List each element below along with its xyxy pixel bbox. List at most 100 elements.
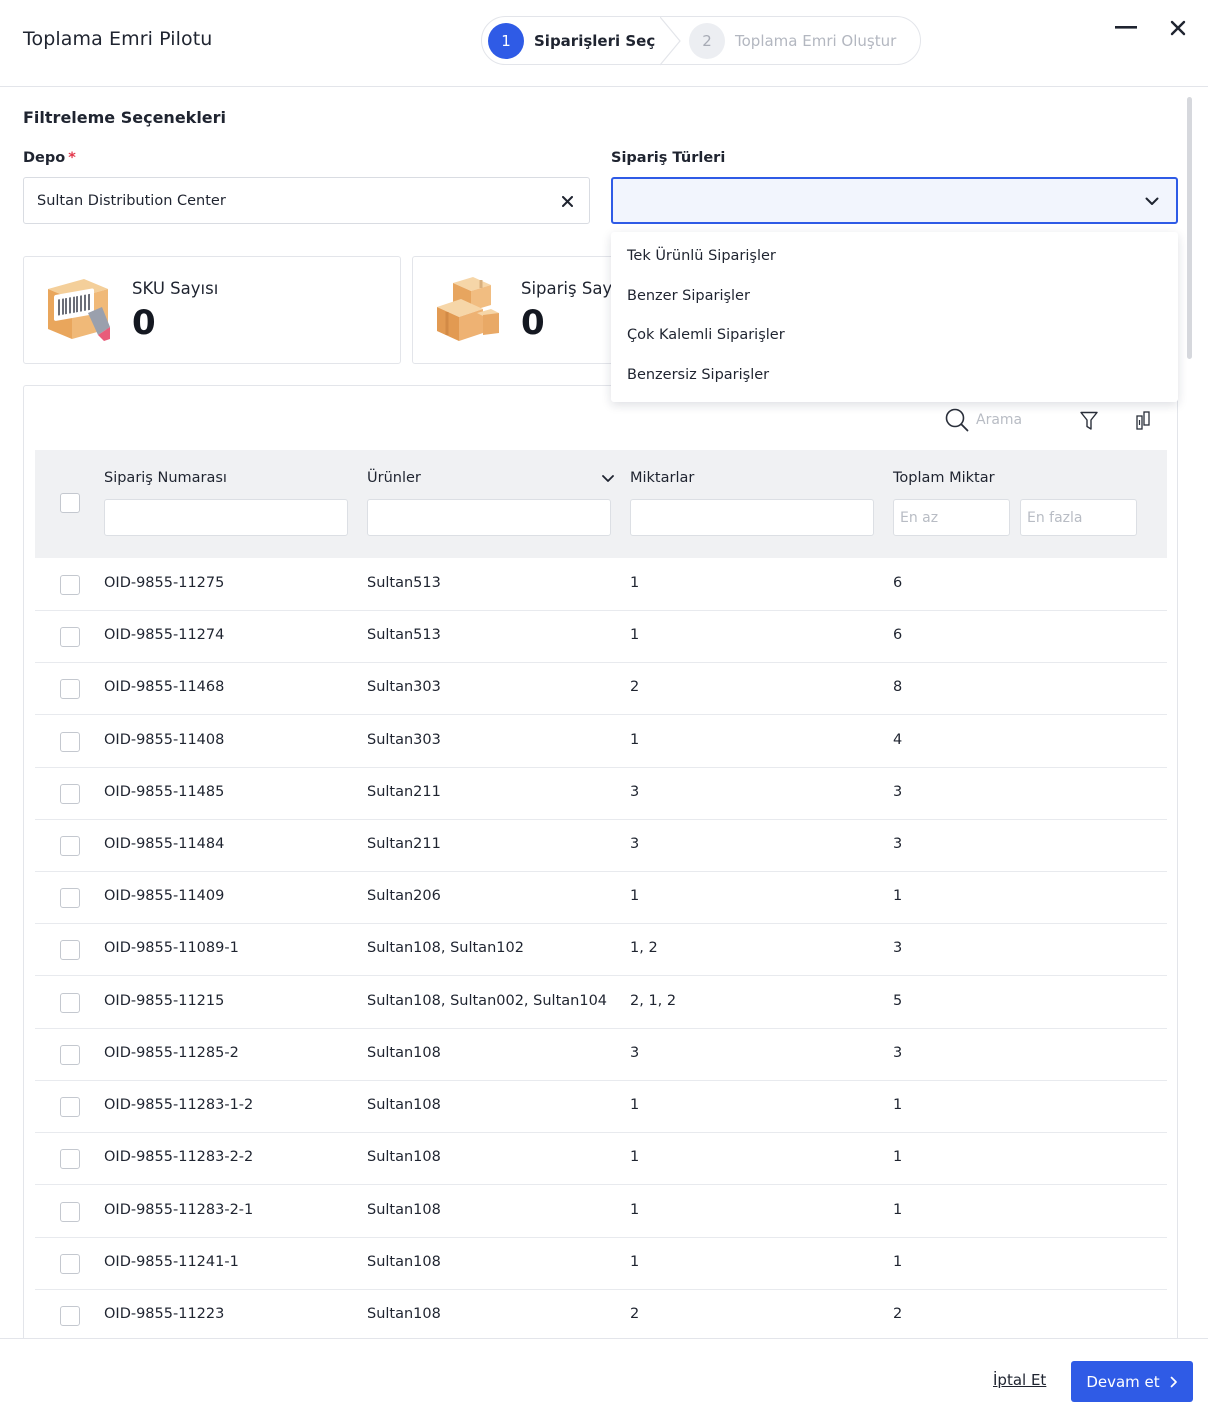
chevron-right-icon xyxy=(1170,1376,1178,1388)
total-quantity-cell: 1 xyxy=(893,1149,903,1165)
table-row[interactable]: OID-9855-11241-1 Sultan108 1 1 xyxy=(35,1238,1167,1290)
column-order-number[interactable]: Sipariş Numarası xyxy=(104,470,227,486)
table-row[interactable]: OID-9855-11215 Sultan108, Sultan002, Sult… xyxy=(35,977,1167,1029)
row-checkbox[interactable] xyxy=(60,679,80,699)
search-input[interactable] xyxy=(976,412,1056,428)
products-cell: Sultan108 xyxy=(367,1097,441,1113)
products-cell: Sultan108 xyxy=(367,1202,441,1218)
table-row[interactable]: OID-9855-11468 Sultan303 2 8 xyxy=(35,663,1167,715)
row-checkbox[interactable] xyxy=(60,784,80,804)
quantities-cell: 1 xyxy=(630,888,640,904)
table-header: Sipariş Numarası Ürünler Miktarlar Topla… xyxy=(35,450,1167,558)
column-settings-button[interactable] xyxy=(1131,409,1155,433)
stepper: 1 Siparişleri Seç 2 Toplama Emri Oluştur xyxy=(481,16,921,66)
row-checkbox[interactable] xyxy=(60,1149,80,1169)
depo-label: Depo * xyxy=(23,150,76,166)
table-row[interactable]: OID-9855-11409 Sultan206 1 1 xyxy=(35,872,1167,924)
row-checkbox[interactable] xyxy=(60,1045,80,1065)
step-number: 1 xyxy=(488,23,524,59)
table-row[interactable]: OID-9855-11283-2-2 Sultan108 1 1 xyxy=(35,1133,1167,1185)
continue-button[interactable]: Devam et xyxy=(1071,1361,1193,1402)
depo-selected-value: Sultan Distribution Center xyxy=(37,192,226,209)
step-create-pick-order[interactable]: 2 Toplama Emri Oluştur xyxy=(689,23,896,59)
row-checkbox[interactable] xyxy=(60,1254,80,1274)
columns-icon xyxy=(1136,411,1150,430)
row-checkbox[interactable] xyxy=(60,575,80,595)
depo-label-text: Depo xyxy=(23,150,66,166)
step-label: Siparişleri Seç xyxy=(534,32,656,50)
order-number-filter-input[interactable] xyxy=(104,499,348,536)
filter-icon xyxy=(1080,411,1098,430)
order-count-value: 0 xyxy=(521,303,545,343)
table-row[interactable]: OID-9855-11089-1 Sultan108, Sultan102 1, 2… xyxy=(35,924,1167,976)
row-checkbox[interactable] xyxy=(60,888,80,908)
products-cell: Sultan303 xyxy=(367,732,441,748)
quantities-cell: 1 xyxy=(630,1149,640,1165)
table-row[interactable]: OID-9855-11484 Sultan211 3 3 xyxy=(35,820,1167,872)
column-total-quantity[interactable]: Toplam Miktar xyxy=(893,470,995,486)
row-checkbox[interactable] xyxy=(60,836,80,856)
depo-clear-button[interactable] xyxy=(557,191,577,211)
total-quantity-cell: 8 xyxy=(893,679,903,695)
depo-select[interactable]: Sultan Distribution Center xyxy=(23,177,590,224)
column-quantities[interactable]: Miktarlar xyxy=(630,470,694,486)
filter-button[interactable] xyxy=(1077,409,1101,433)
step-select-orders[interactable]: 1 Siparişleri Seç xyxy=(488,23,655,59)
order-types-select[interactable] xyxy=(611,177,1178,224)
minimize-button[interactable] xyxy=(1112,14,1140,42)
total-quantity-cell: 3 xyxy=(893,836,903,852)
total-min-input[interactable] xyxy=(893,499,1010,536)
order-number-cell: OID-9855-11089-1 xyxy=(104,940,239,956)
required-mark: * xyxy=(68,150,76,166)
table-row[interactable]: OID-9855-11485 Sultan211 3 3 xyxy=(35,768,1167,820)
cancel-button[interactable]: İptal Et xyxy=(993,1371,1046,1389)
scrollbar[interactable] xyxy=(1187,97,1192,359)
chevron-down-icon[interactable] xyxy=(600,471,616,487)
barcode-box-icon xyxy=(44,275,112,343)
table-row[interactable]: OID-9855-11285-2 Sultan108 3 3 xyxy=(35,1029,1167,1081)
quantities-cell: 1, 2 xyxy=(630,940,658,956)
quantities-cell: 2 xyxy=(630,679,640,695)
products-cell: Sultan513 xyxy=(367,575,441,591)
select-all-checkbox[interactable] xyxy=(60,493,80,513)
order-number-cell: OID-9855-11484 xyxy=(104,836,225,852)
table-row[interactable]: OID-9855-11275 Sultan513 1 6 xyxy=(35,559,1167,611)
row-checkbox[interactable] xyxy=(60,1097,80,1117)
total-quantity-cell: 1 xyxy=(893,1202,903,1218)
table-row[interactable]: OID-9855-11223 Sultan108 2 2 xyxy=(35,1290,1167,1342)
close-button[interactable] xyxy=(1164,14,1192,42)
row-checkbox[interactable] xyxy=(60,1202,80,1222)
option-similar-orders[interactable]: Benzer Siparişler xyxy=(627,288,750,304)
order-number-cell: OID-9855-11283-2-2 xyxy=(104,1149,254,1165)
order-number-cell: OID-9855-11275 xyxy=(104,575,225,591)
table-row[interactable]: OID-9855-11408 Sultan303 1 4 xyxy=(35,716,1167,768)
row-checkbox[interactable] xyxy=(60,1306,80,1326)
total-quantity-cell: 6 xyxy=(893,627,903,643)
table-row[interactable]: OID-9855-11283-1-2 Sultan108 1 1 xyxy=(35,1081,1167,1133)
table-row[interactable]: OID-9855-11283-2-1 Sultan108 1 1 xyxy=(35,1186,1167,1238)
total-quantity-cell: 1 xyxy=(893,1097,903,1113)
total-quantity-cell: 3 xyxy=(893,1045,903,1061)
order-number-cell: OID-9855-11283-2-1 xyxy=(104,1202,254,1218)
row-checkbox[interactable] xyxy=(60,993,80,1013)
products-cell: Sultan303 xyxy=(367,679,441,695)
continue-label: Devam et xyxy=(1086,1372,1160,1391)
total-max-input[interactable] xyxy=(1020,499,1137,536)
products-filter-input[interactable] xyxy=(367,499,611,536)
row-checkbox[interactable] xyxy=(60,732,80,752)
quantities-filter-input[interactable] xyxy=(630,499,874,536)
option-single-item-orders[interactable]: Tek Ürünlü Siparişler xyxy=(627,248,776,264)
column-products[interactable]: Ürünler xyxy=(367,470,421,486)
total-quantity-cell: 1 xyxy=(893,888,903,904)
row-checkbox[interactable] xyxy=(60,627,80,647)
quantities-cell: 1 xyxy=(630,1202,640,1218)
products-cell: Sultan108, Sultan002, Sultan104 xyxy=(367,993,608,1009)
option-unique-orders[interactable]: Benzersiz Siparişler xyxy=(627,367,769,383)
minimize-icon xyxy=(1115,26,1137,29)
sku-count-value: 0 xyxy=(132,303,156,343)
step-label: Toplama Emri Oluştur xyxy=(735,32,897,50)
option-multi-item-orders[interactable]: Çok Kalemli Siparişler xyxy=(627,327,785,343)
row-checkbox[interactable] xyxy=(60,940,80,960)
table-row[interactable]: OID-9855-11274 Sultan513 1 6 xyxy=(35,611,1167,663)
products-cell: Sultan211 xyxy=(367,836,441,852)
